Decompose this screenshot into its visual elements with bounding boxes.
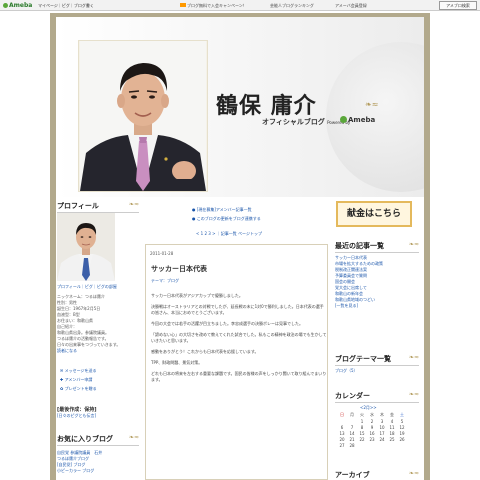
blog-theme-heading: ブログテーマ一覧 ❧≈ [335,354,419,366]
article-paragraph: 「諦めない心」の大切さを改めて教えてくれた試合でした。私もこの精神を政治の場でも… [151,332,327,343]
blog-theme-heading-text: ブログテーマ一覧 [335,355,391,363]
fav-blog-item[interactable]: 小ピーカラー ブログ [57,468,139,474]
blog-update-text: このブログの更新をブログ連携する [196,216,261,221]
heading-ornament: ❧≈ [128,201,139,208]
calendar-table: 日 月 火 水 木 金 土 12345 6 7 8 9 10 11 12 13 14 15 16 1… [337,412,407,448]
blog-search-button[interactable]: アメブロ検索 [439,1,477,10]
donate-button[interactable]: 献金はこちら [336,201,412,227]
calendar-heading-text: カレンダー [335,392,370,400]
campaign-text: ブログ無料で入会キャンペーン！ [187,3,247,8]
amember-list-link[interactable]: ● [現在募集]アメンバー記事一覧 [192,207,252,213]
blog-theme-item[interactable]: ブログ（5） [335,368,358,374]
ameba-top-bar: Ameba マイページ｜ピグ｜ブログ書く ブログ無料で入会キャンペーン！ 芸能人… [0,0,480,11]
message-link-text: メッセージを送る [64,368,97,373]
ameba-logo-text: Ameba [9,2,33,9]
latest-articles-heading: 最近の記事一覧 ❧≈ [335,241,419,253]
fav-heading-ornament: ❧≈ [128,434,139,441]
latest-articles-more[interactable]: [一覧を見る] [335,303,419,309]
pager-prev[interactable]: < [196,231,199,236]
ranking-link[interactable]: 芸能人ブログランキング [270,3,314,9]
profile-portrait [57,213,115,281]
ameba-logo[interactable]: Ameba [3,2,32,9]
ameba-badge-icon [340,116,347,123]
profile-actions: ✉ メッセージを送る ✚ アメンバー申請 ✿ プレゼントを贈る [60,368,140,392]
gift-link-text: プレゼントを贈る [64,386,97,391]
article-date: 2011-01-28 [150,251,174,256]
pager: < 1 2 3 > ｜記事一覧 ページトップ [196,231,262,236]
article-paragraph: TPP、財政問題、景気対策。 [151,360,203,365]
pager-page[interactable]: 1 [201,231,204,236]
article-paragraph: サッカー日本代表がアジアカップで優勝しました。 [151,293,243,298]
message-link[interactable]: ✉ メッセージを送る [60,368,140,374]
article-paragraph: 決勝戦はオーストラリアとの対戦でしたが、延長戦の末に1対0で勝利しました。日本代… [151,304,324,315]
archive-heading: アーカイブ ❧≈ [335,470,419,480]
calendar-day [367,442,377,448]
gift-link[interactable]: ✿ プレゼントを贈る [60,386,140,392]
calendar-day [377,442,387,448]
register-link[interactable]: アメーバ会員登録 [335,3,367,9]
calendar-day: 27 [339,442,345,448]
article-list-link[interactable]: 記事一覧 [221,231,237,236]
pig-status-sub[interactable]: [日々のピグとも伝言] [57,413,96,419]
latest-articles-list: サッカー日本代表 市場を拡大するための政策 税制改正関連法案 予算委員会で質問 … [335,255,419,309]
ameba-badge-text: Ameba [348,116,376,124]
fav-blog-heading-text: お気に入りブログ [57,435,113,443]
campaign-link[interactable]: ブログ無料で入会キャンペーン！ [180,3,247,9]
header-portrait [80,41,206,191]
latest-heading-ornament: ❧≈ [408,241,419,248]
profile-details: ニックネーム：つるほ庸介 性別：男性 誕生日：1967年2月5日 血液型：B型 … [57,294,139,354]
calendar-day: 28 [349,442,355,448]
calendar-week-row: 27 28 [337,442,407,448]
article-paragraph: どれも日本の将来を左右する重要な課題です。国民の皆様の声をしっかり聞いて取り組ん… [151,371,327,382]
calendar-month-nav[interactable]: <2月>> [360,405,377,411]
page-top-link[interactable]: ページトップ [238,231,262,236]
archive-heading-ornament: ❧≈ [408,470,419,477]
pager-page[interactable]: 3 [208,231,211,236]
ameba-logo-icon [3,2,8,8]
blog-theme-list: ブログ（5） [335,368,358,374]
amember-list-text: [現在募集]アメンバー記事一覧 [196,207,252,212]
profile-links[interactable]: プロフィール｜ピグ｜ピグの部屋 [57,284,139,290]
calendar-day [387,442,397,448]
amember-link[interactable]: ✚ アメンバー申請 [60,377,140,383]
pager-next[interactable]: > [212,231,215,236]
calendar-heading: カレンダー ❧≈ [335,391,419,403]
fav-blog-heading: お気に入りブログ ❧≈ [57,434,139,446]
article-theme[interactable]: テーマ：ブログ [151,278,179,284]
top-nav-links[interactable]: マイページ｜ピグ｜ブログ書く [38,3,94,9]
fav-blog-list: 自民党 参議院議員 石井 つるほ庸介ブログ [自民党] ブログ 小ピーカラー ブ… [57,450,139,474]
profile-photo[interactable] [57,213,115,281]
amember-link-text: アメンバー申請 [64,377,93,382]
subscribe-link[interactable]: 読者になる [57,348,139,354]
pig-status-label: [最後作成：保持] [57,407,97,413]
archive-heading-text: アーカイブ [335,471,370,479]
blog-subtitle-text: オフィシャルブログ [262,118,325,126]
calendar-day [357,442,367,448]
article-title[interactable]: サッカー日本代表 [151,264,207,274]
profile-heading: プロフィール ❧≈ [57,201,139,213]
article-paragraph: 感動をありがとう！これからも日本代表を応援しています。 [151,349,259,354]
title-ornament: ❧≈ [365,100,379,109]
pager-page[interactable]: 2 [204,231,207,236]
latest-articles-heading-text: 最近の記事一覧 [335,242,384,250]
theme-heading-ornament: ❧≈ [408,354,419,361]
blog-subtitle: オフィシャルブログ Powered by [262,117,350,127]
profile-heading-text: プロフィール [57,202,99,210]
ameba-badge[interactable]: Ameba [340,116,375,124]
portrait-image [80,41,206,191]
blog-title[interactable]: 鶴保 庸介 [216,88,317,120]
campaign-icon [180,3,186,7]
article-paragraph: 今回の大会では若手の活躍が目立ちました。李忠成選手の決勝ボレーは見事でした。 [151,321,303,326]
article-body: サッカー日本代表がアジアカップで優勝しました。 決勝戦はオーストラリアとの対戦で… [151,293,327,388]
blog-update-link[interactable]: ● このブログの更新をブログ連携する [192,216,261,222]
calendar-heading-ornament: ❧≈ [408,391,419,398]
calendar-day [397,442,407,448]
